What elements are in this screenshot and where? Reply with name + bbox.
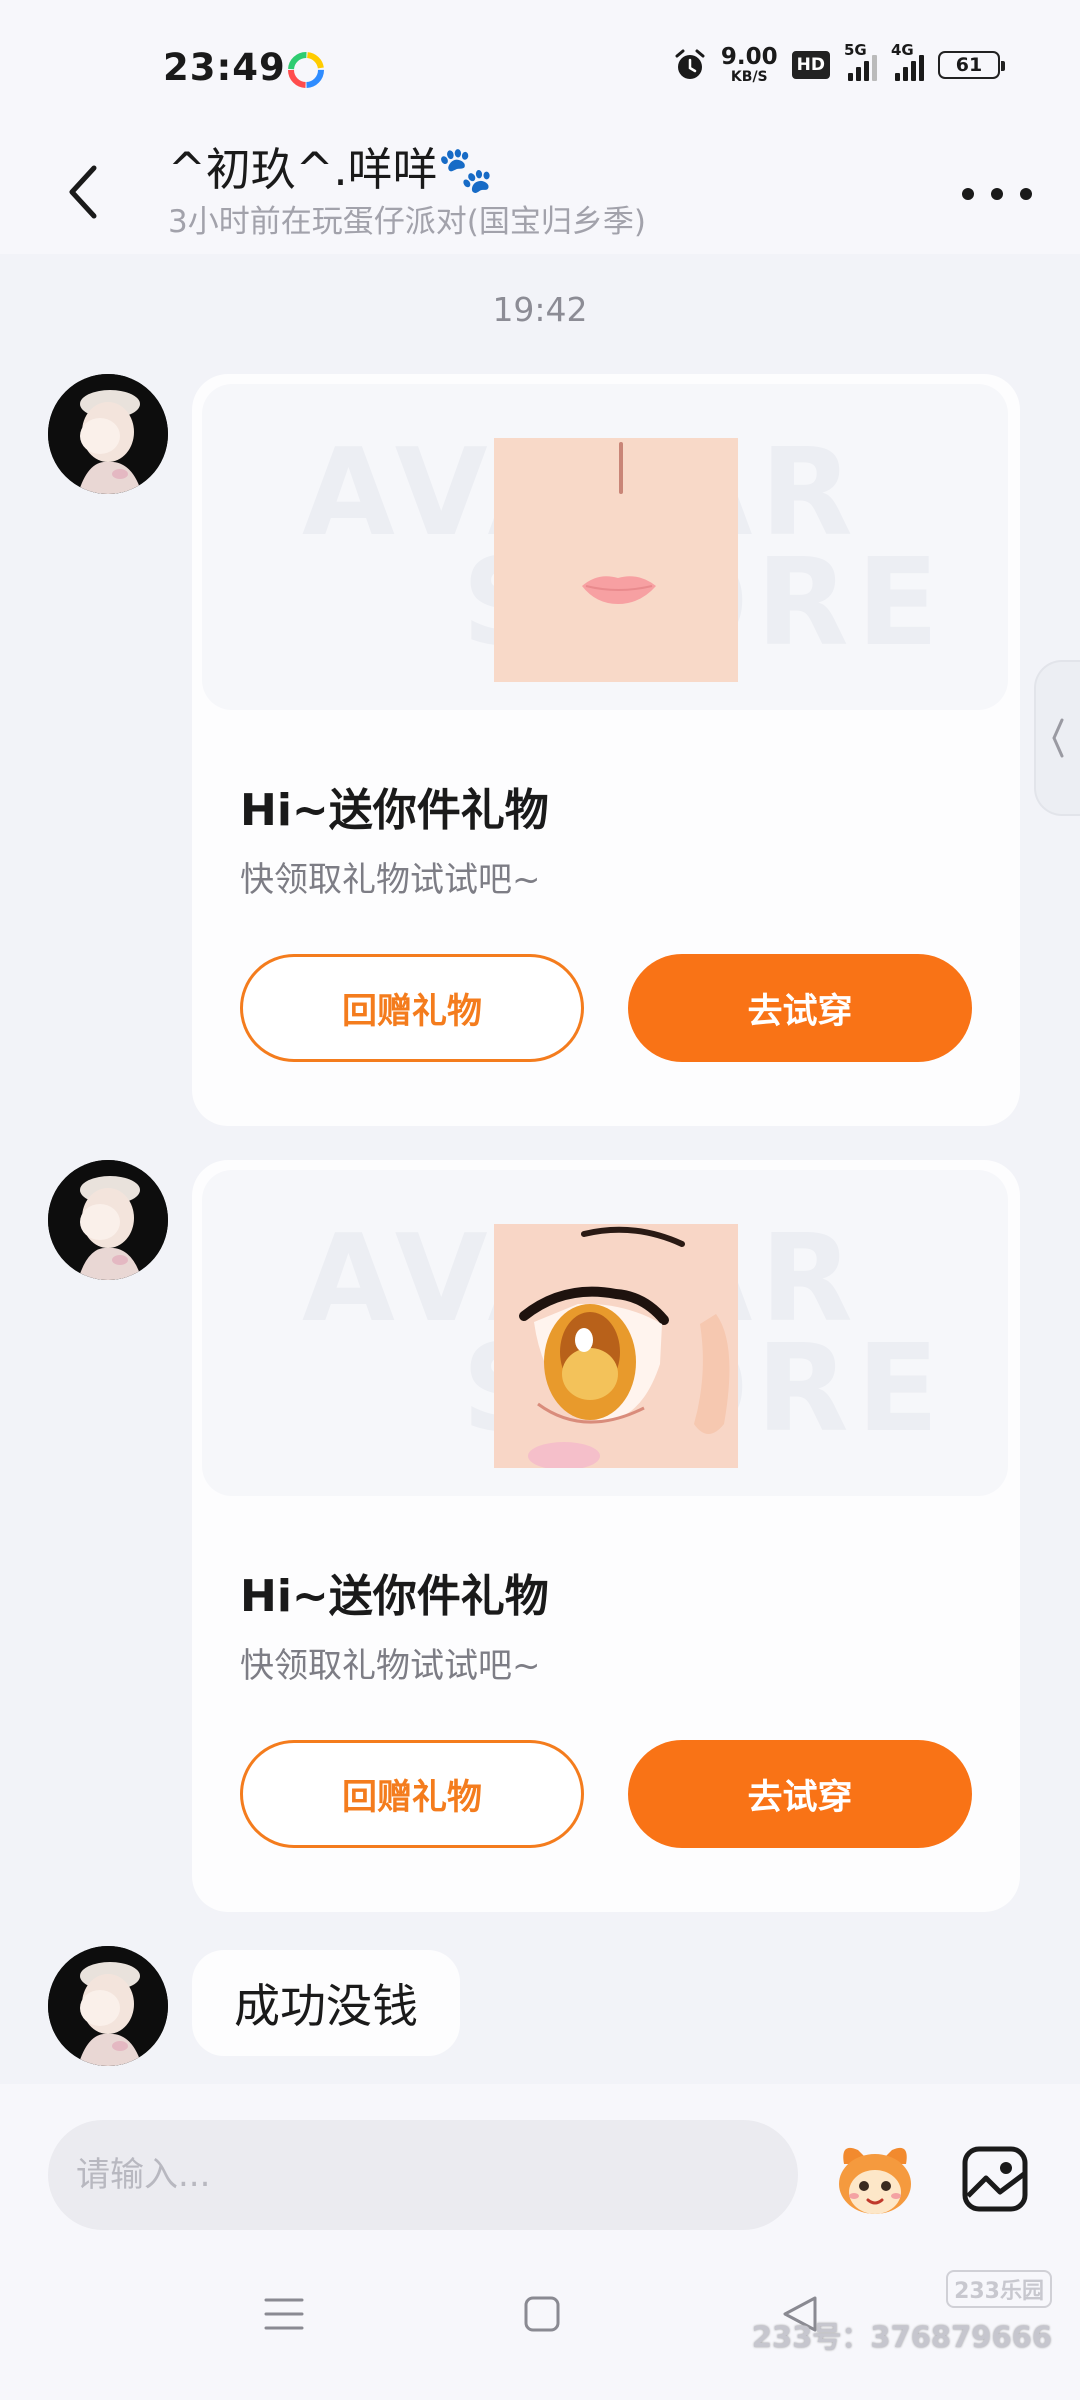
watermark-id: 233号：376879666 [751,2320,1052,2354]
gift-description: 快领取礼物试试吧~ [240,1646,541,1686]
sender-avatar[interactable] [48,1946,168,2066]
sender-avatar[interactable] [48,1160,168,1280]
gift-preview[interactable]: AVATAR STORE [202,1170,1008,1496]
gift-item-mouth-image [494,438,738,682]
network-speed: 9.00 KB/S [720,44,778,85]
watermark-badge: 233乐园 [946,2270,1052,2308]
gift-card: AVATAR STORE Hi~送你件礼物 快领取礼物试试吧~ 回赠礼物 去试穿 [192,1160,1020,1912]
message-list[interactable]: 19:42 AVATAR STORE Hi~送你件礼物 快领取礼物试试吧~ 回赠… [0,254,1080,2084]
home-button[interactable] [512,2284,572,2344]
side-drawer-handle[interactable] [1034,660,1080,816]
menu-icon [264,2298,304,2330]
try-on-button[interactable]: 去试穿 [628,954,972,1062]
avatar-image [48,1946,168,2066]
return-gift-button[interactable]: 回赠礼物 [240,1740,584,1848]
more-dot [991,188,1003,200]
chevron-left-icon [1052,718,1064,758]
signal-4g-icon: 4G [891,41,924,81]
message-input[interactable] [48,2120,798,2230]
alarm-icon [675,49,705,79]
screenshot-watermark: 233乐园 233号：376879666 [752,2270,1052,2356]
message-timestamp: 19:42 [492,290,588,329]
text-message-bubble[interactable]: 成功没钱 [192,1950,460,2056]
gift-title: Hi~送你件礼物 [240,785,549,836]
clock: 23:49 [163,46,286,89]
gift-preview[interactable]: AVATAR STORE [202,384,1008,710]
status-bar: 23:49 9.00 KB/S HD 5G 4G 61 [0,0,1080,130]
gift-description: 快领取礼物试试吧~ [240,860,541,900]
app-notification-icon [288,52,324,88]
more-dot [1020,188,1032,200]
signal-5g-icon: 5G [844,41,877,81]
gift-title: Hi~送你件礼物 [240,1571,549,1622]
more-dot [962,188,974,200]
avatar-image [48,1160,168,1280]
gift-item-eye-image [494,1224,738,1468]
message-input-bar [0,2084,1080,2234]
battery-icon: 61 [938,51,1005,79]
hd-voice-icon: HD [791,51,830,79]
more-options-button[interactable] [962,174,1032,214]
back-button[interactable] [58,152,108,232]
return-gift-button[interactable]: 回赠礼物 [240,954,584,1062]
system-navigation-bar: 233乐园 233号：376879666 [0,2234,1080,2400]
avatar-image [48,374,168,494]
chevron-left-icon [69,165,97,219]
contact-activity-status: 3小时前在玩蛋仔派对(国宝归乡季) [168,204,646,240]
battery-level: 61 [955,54,983,76]
square-icon [524,2296,560,2332]
recent-apps-button[interactable] [254,2284,314,2344]
gift-card: AVATAR STORE Hi~送你件礼物 快领取礼物试试吧~ 回赠礼物 去试穿 [192,374,1020,1126]
sender-avatar[interactable] [48,374,168,494]
chat-header: ^初玖^.咩咩🐾 3小时前在玩蛋仔派对(国宝归乡季) [0,130,1080,254]
emoji-sticker-button[interactable] [830,2134,920,2224]
contact-name[interactable]: ^初玖^.咩咩🐾 [168,133,494,198]
try-on-button[interactable]: 去试穿 [628,1740,972,1848]
image-picker-icon[interactable] [960,2144,1030,2214]
